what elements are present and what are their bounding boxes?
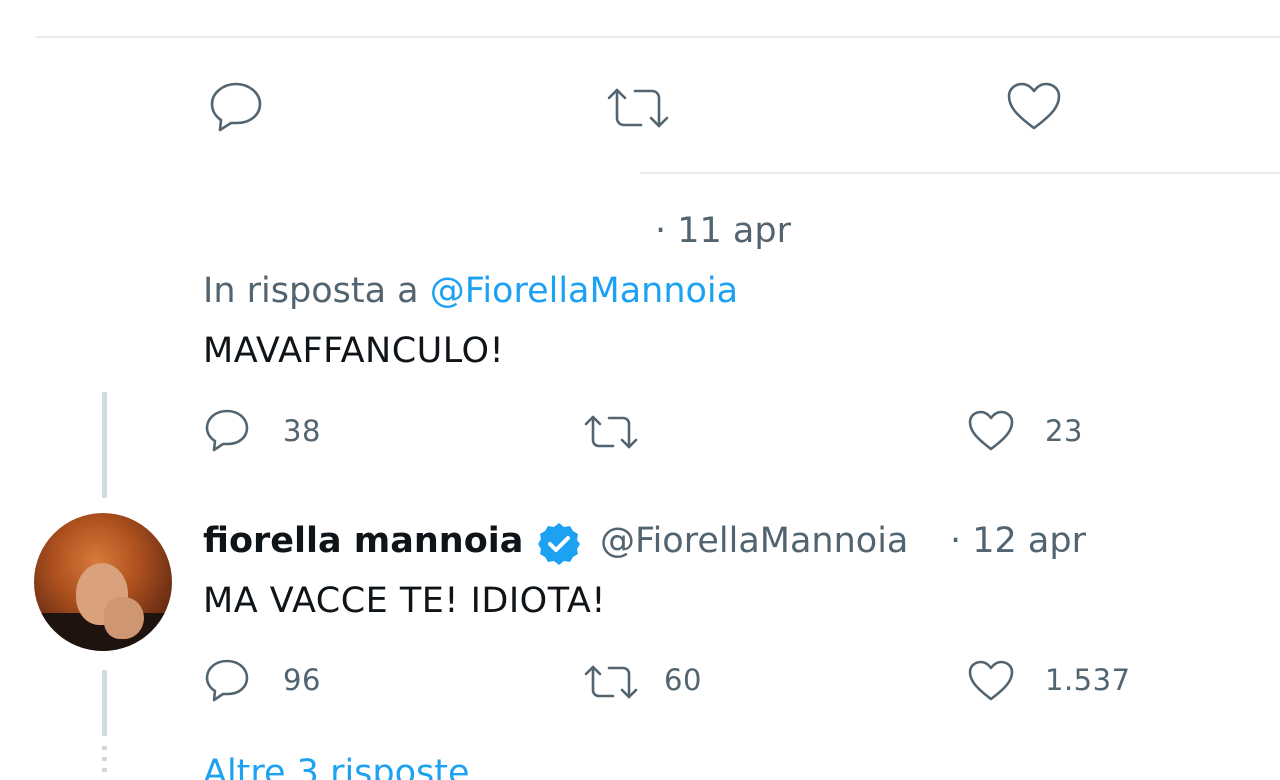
like-icon[interactable] [966,408,1016,452]
like-icon[interactable] [1005,80,1063,132]
divider-middle [640,172,1280,174]
tweet-thread-view: · 11 apr In risposta a @FiorellaMannoia … [0,0,1280,780]
thread-connector-line [102,392,107,498]
more-replies-link[interactable]: Altre 3 risposte [203,756,470,780]
retweet-count: 60 [664,663,702,697]
like-count: 23 [1045,414,1083,448]
main-tweet-body: MA VACCE TE! IDIOTA! [203,581,606,621]
reply-count: 96 [283,663,321,697]
retweet-icon[interactable] [583,412,639,452]
thread-dots [102,746,107,779]
user-handle[interactable]: @FiorellaMannoia [600,524,908,559]
avatar[interactable] [34,513,172,651]
reply-context-prefix: In risposta a [203,271,419,311]
reply-count: 38 [283,414,321,448]
thread-connector-line [102,670,107,736]
reply-icon[interactable] [204,658,250,702]
retweet-icon[interactable] [605,84,671,132]
reply-icon[interactable] [204,408,250,452]
display-name[interactable]: fiorella mannoia [203,524,523,559]
like-icon[interactable] [966,658,1016,702]
reply-tweet-body: MAVAFFANCULO! [203,331,505,371]
retweet-icon[interactable] [583,662,639,702]
main-tweet-date[interactable]: · 12 apr [950,524,1086,559]
verified-badge-icon [536,521,582,571]
reply-context: In risposta a @FiorellaMannoia [203,274,738,309]
reply-tweet-date[interactable]: · 11 apr [655,214,791,249]
divider-top [36,36,1280,38]
like-count: 1.537 [1045,663,1131,697]
reply-icon[interactable] [208,80,264,132]
reply-to-handle-link[interactable]: @FiorellaMannoia [430,271,738,311]
